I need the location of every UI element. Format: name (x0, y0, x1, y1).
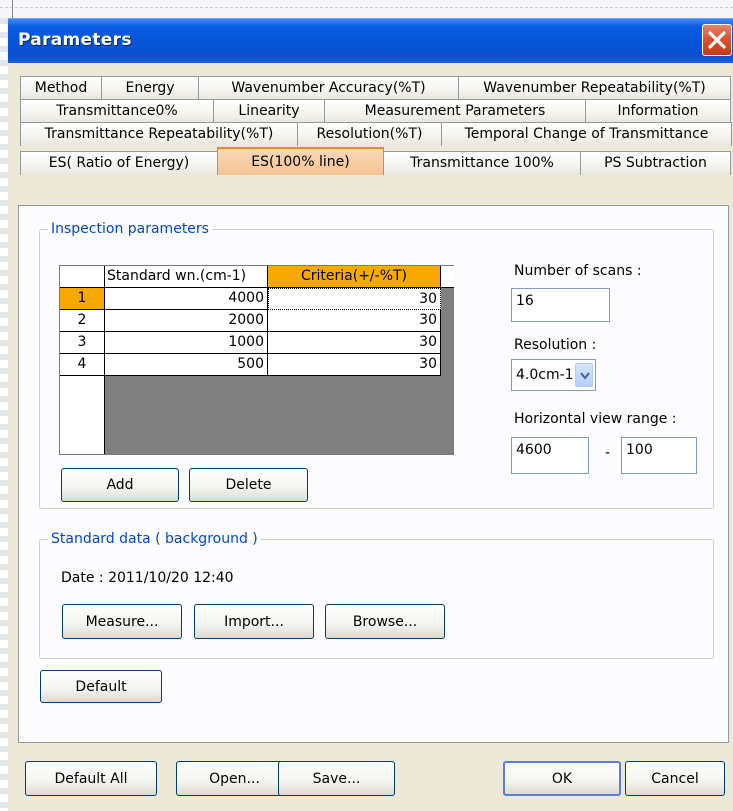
tab-linearity[interactable]: Linearity (213, 99, 325, 123)
close-icon (708, 31, 726, 49)
save-button[interactable]: Save... (278, 761, 395, 796)
tab-method[interactable]: Method (20, 76, 102, 100)
tab-wavenumber-accuracy[interactable]: Wavenumber Accuracy(%T) (198, 76, 459, 100)
tab-row-4: ES( Ratio of Energy) ES(100% line) Trans… (20, 147, 731, 177)
cancel-button[interactable]: Cancel (625, 761, 725, 796)
horizontal-view-range-label: Horizontal view range : (514, 411, 677, 427)
tab-row-2: Transmittance0% Linearity Measurement Pa… (20, 99, 731, 123)
title-bar[interactable]: Parameters (8, 18, 733, 63)
ok-button[interactable]: OK (503, 761, 621, 796)
tab-wavenumber-repeatability[interactable]: Wavenumber Repeatability(%T) (458, 76, 731, 100)
row-header[interactable]: 4 (60, 354, 105, 376)
background-date: Date : 2011/10/20 12:40 (61, 570, 234, 586)
chevron-down-icon (580, 372, 590, 380)
tab-es-ratio-of-energy[interactable]: ES( Ratio of Energy) (20, 151, 218, 175)
add-button[interactable]: Add (61, 468, 179, 502)
cell-standard-wn[interactable]: 4000 (105, 288, 268, 310)
close-button[interactable] (702, 24, 732, 56)
tab-temporal-change[interactable]: Temporal Change of Transmittance (441, 122, 732, 146)
resolution-select[interactable]: 4.0cm-1 (511, 359, 596, 391)
default-button[interactable]: Default (40, 670, 162, 703)
range-from-input[interactable]: 4600 (511, 437, 589, 474)
delete-button[interactable]: Delete (189, 468, 308, 502)
default-all-button[interactable]: Default All (25, 761, 157, 796)
criteria-grid[interactable]: Standard wn.(cm-1) Criteria(+/-%T) 1 400… (59, 265, 454, 455)
tab-transmittance-repeatability[interactable]: Transmittance Repeatability(%T) (20, 122, 298, 146)
cell-standard-wn[interactable]: 2000 (105, 310, 268, 332)
tab-row-1: Method Energy Wavenumber Accuracy(%T) Wa… (20, 76, 731, 100)
tab-es-100-line[interactable]: ES(100% line) (217, 147, 384, 175)
cell-criteria[interactable]: 30 (268, 288, 441, 310)
column-header-standard-wn[interactable]: Standard wn.(cm-1) (105, 266, 268, 288)
cell-standard-wn[interactable]: 1000 (105, 332, 268, 354)
range-separator: - (605, 445, 611, 461)
cell-criteria[interactable]: 30 (268, 354, 441, 376)
resolution-value: 4.0cm-1 (516, 367, 574, 383)
number-of-scans-label: Number of scans : (514, 263, 642, 279)
tab-resolution[interactable]: Resolution(%T) (297, 122, 442, 146)
cell-criteria[interactable]: 30 (268, 332, 441, 354)
standard-data-label: Standard data ( background ) (48, 531, 261, 547)
window-title: Parameters (18, 30, 132, 50)
resolution-label: Resolution : (514, 337, 597, 353)
tab-row-3: Transmittance Repeatability(%T) Resoluti… (20, 122, 732, 146)
parameters-dialog: Parameters Method Energy Wavenumber Accu… (8, 18, 733, 811)
background-strip (0, 0, 733, 18)
dropdown-arrow[interactable] (575, 363, 593, 387)
tab-panel: Inspection parameters Standard wn.(cm-1)… (18, 205, 729, 743)
column-header-criteria[interactable]: Criteria(+/-%T) (268, 266, 441, 288)
tab-ps-subtraction[interactable]: PS Subtraction (580, 151, 731, 175)
tab-transmittance0[interactable]: Transmittance0% (20, 99, 214, 123)
tab-energy[interactable]: Energy (101, 76, 199, 100)
standard-data-group: Standard data ( background ) Date : 2011… (39, 531, 714, 659)
import-button[interactable]: Import... (194, 604, 314, 639)
tab-measurement-parameters[interactable]: Measurement Parameters (324, 99, 586, 123)
tab-information[interactable]: Information (585, 99, 731, 123)
row-header[interactable]: 3 (60, 332, 105, 354)
open-button[interactable]: Open... (176, 761, 293, 796)
row-header-empty (60, 376, 105, 454)
cell-criteria[interactable]: 30 (268, 310, 441, 332)
grid-corner (60, 266, 105, 288)
row-header[interactable]: 1 (60, 288, 105, 310)
grid-header-filler (441, 266, 454, 288)
inspection-parameters-group: Inspection parameters Standard wn.(cm-1)… (39, 221, 714, 509)
number-of-scans-input[interactable]: 16 (511, 288, 610, 322)
tab-strip: Method Energy Wavenumber Accuracy(%T) Wa… (8, 62, 733, 206)
cell-standard-wn[interactable]: 500 (105, 354, 268, 376)
inspection-parameters-label: Inspection parameters (48, 221, 212, 237)
background-left-strip (0, 18, 8, 811)
browse-button[interactable]: Browse... (325, 604, 445, 639)
tab-transmittance-100[interactable]: Transmittance 100% (383, 151, 581, 175)
row-header[interactable]: 2 (60, 310, 105, 332)
range-to-input[interactable]: 100 (621, 437, 697, 474)
measure-button[interactable]: Measure... (62, 604, 182, 639)
